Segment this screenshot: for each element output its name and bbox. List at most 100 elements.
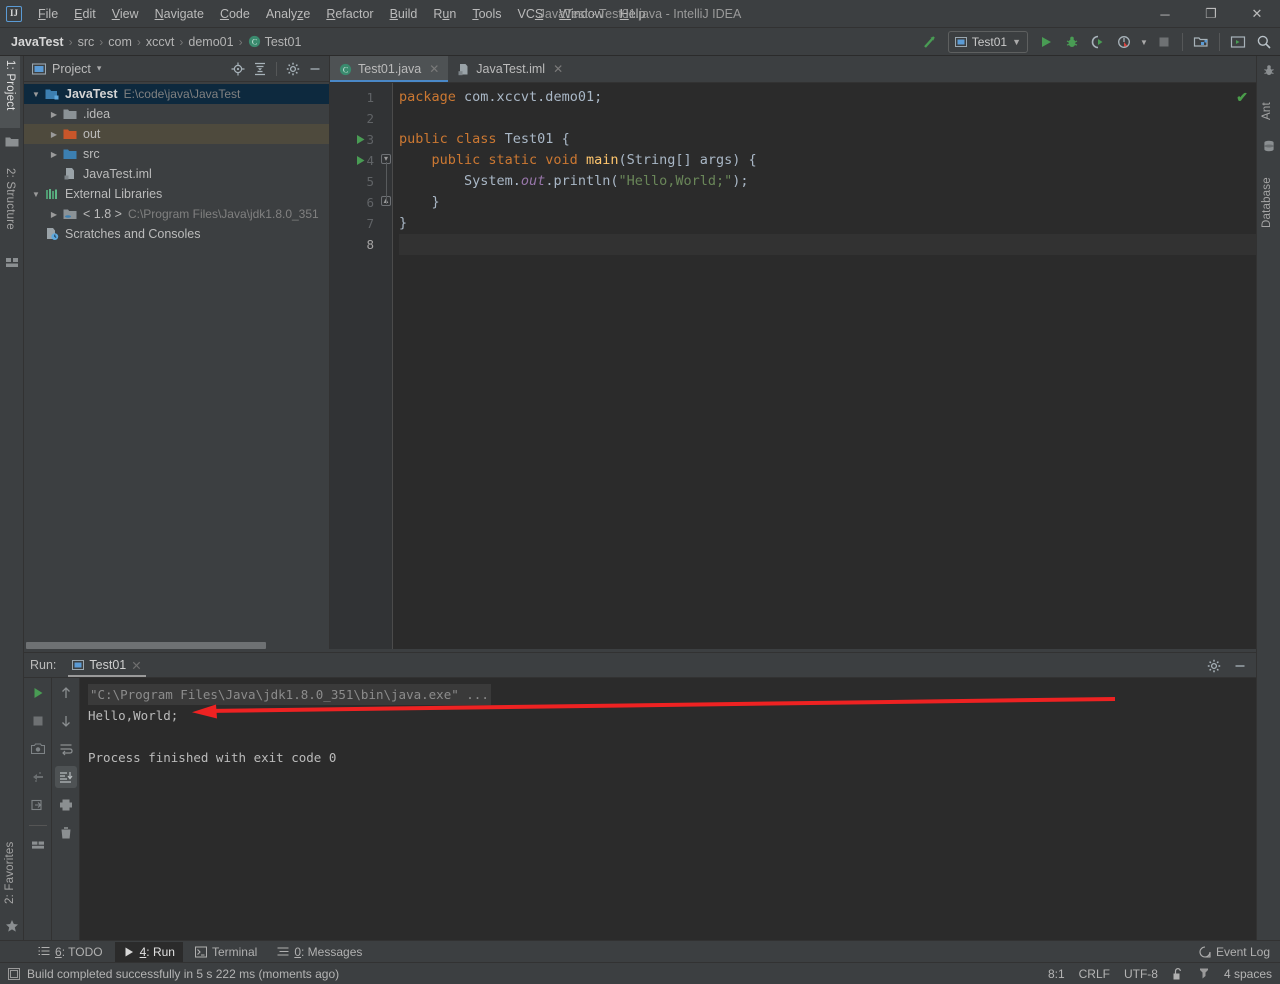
search-everywhere-icon[interactable] [1252, 30, 1276, 54]
breadcrumb-item-com[interactable]: com [105, 33, 135, 51]
menu-item-analyze[interactable]: Analyze [258, 3, 318, 25]
rerun-icon[interactable] [27, 682, 49, 704]
inspections-icon[interactable] [1198, 967, 1210, 981]
breadcrumb-item-demo01[interactable]: demo01 [185, 33, 236, 51]
run-with-coverage-icon[interactable] [1086, 30, 1110, 54]
layout-icon[interactable] [27, 834, 49, 856]
toolwindow-button-4-run[interactable]: 4: Run [114, 941, 183, 962]
event-log-button[interactable]: Event Log [1199, 945, 1270, 959]
gutter-line-7[interactable]: 7 [330, 213, 380, 234]
debug-icon[interactable] [1060, 30, 1084, 54]
restore-layout-icon[interactable] [27, 794, 49, 816]
breadcrumb-item-javatest[interactable]: JavaTest [8, 33, 67, 51]
close-icon[interactable]: ✕ [429, 62, 439, 76]
sidebar-item-favorites[interactable]: 2: Favorites [0, 822, 20, 908]
chevron-right-icon[interactable]: ▶ [46, 206, 62, 222]
update-project-icon[interactable] [1189, 30, 1213, 54]
close-icon[interactable]: ✕ [131, 658, 141, 673]
menu-item-window[interactable]: Window [551, 3, 611, 25]
menu-item-help[interactable]: Help [612, 3, 654, 25]
inspection-status-icon[interactable]: ✔ [1236, 89, 1248, 106]
tree-node-scratches-and-consoles[interactable]: Scratches and Consoles [24, 224, 329, 244]
run-gutter-icon[interactable] [354, 155, 366, 167]
soft-wrap-icon[interactable] [55, 738, 77, 760]
collapse-all-icon[interactable] [250, 59, 270, 79]
breadcrumb-item-xccvt[interactable]: xccvt [143, 33, 177, 51]
sidebar-item-ant[interactable]: Ant [1257, 84, 1277, 124]
gear-icon[interactable] [283, 59, 303, 79]
settings-icon[interactable] [1226, 30, 1250, 54]
chevron-down-icon[interactable]: ▼ [28, 86, 44, 102]
console-output[interactable]: "C:\Program Files\Java\jdk1.8.0_351\bin\… [80, 678, 1256, 940]
toolwindow-button-0-messages[interactable]: 0: Messages [269, 942, 370, 962]
down-arrow-icon[interactable] [55, 710, 77, 732]
close-icon[interactable]: ✕ [553, 62, 563, 76]
gutter-line-4[interactable]: 4 [330, 150, 380, 171]
hide-icon[interactable] [1230, 656, 1250, 676]
tree-node-idea[interactable]: ▶ .idea [24, 104, 329, 124]
line-separator[interactable]: CRLF [1079, 967, 1110, 981]
profiler-icon[interactable] [1112, 30, 1136, 54]
tree-node-1-8[interactable]: ▶ < 1.8 > C:\Program Files\Java\jdk1.8.0_3… [24, 204, 329, 224]
menu-item-refactor[interactable]: Refactor [318, 3, 381, 25]
sidebar-item-database[interactable]: Database [1257, 158, 1277, 232]
scrollbar-thumb[interactable] [26, 642, 266, 649]
gutter-line-2[interactable]: 2 [330, 108, 380, 129]
minimize-button[interactable]: ─ [1142, 0, 1188, 28]
clear-all-icon[interactable] [55, 822, 77, 844]
menu-item-build[interactable]: Build [382, 3, 426, 25]
editor-tab-javatest-iml[interactable]: JavaTest.iml ✕ [448, 56, 572, 82]
dump-threads-icon[interactable] [27, 766, 49, 788]
sidebar-item-structure[interactable]: 2: Structure [0, 164, 20, 248]
menu-item-code[interactable]: Code [212, 3, 258, 25]
menu-item-file[interactable]: File [30, 3, 66, 25]
up-arrow-icon[interactable] [55, 682, 77, 704]
menu-item-navigate[interactable]: Navigate [147, 3, 212, 25]
chevron-right-icon[interactable]: ▶ [46, 126, 62, 142]
unlocked-icon[interactable] [1172, 967, 1184, 981]
gutter-line-6[interactable]: 6 [330, 192, 380, 213]
gutter-line-5[interactable]: 5 [330, 171, 380, 192]
run-icon[interactable] [1034, 30, 1058, 54]
run-gutter-icon[interactable] [354, 134, 366, 146]
chevron-down-icon[interactable]: ▼ [28, 186, 44, 202]
code-editor[interactable]: 1 2 3 4 5 6 7 8 ▾ ▲ package com.xccvt.demo01; p… [330, 83, 1256, 649]
run-tab-test01[interactable]: Test01 ✕ [66, 653, 147, 677]
breadcrumb-item-test01[interactable]: C Test01 [245, 33, 305, 51]
code-text[interactable]: package com.xccvt.demo01; public class T… [392, 83, 1256, 649]
project-panel-title[interactable]: Project ▾ [28, 62, 101, 76]
tree-node-out[interactable]: ▶ out [24, 124, 329, 144]
print-icon[interactable] [55, 794, 77, 816]
tree-node-javatest[interactable]: ▼ JavaTest E:\code\java\JavaTest [24, 84, 329, 104]
caret-position[interactable]: 8:1 [1048, 967, 1065, 981]
toolwindow-button-6-todo[interactable]: 6: TODO [30, 942, 111, 962]
menu-item-run[interactable]: Run [425, 3, 464, 25]
project-tree[interactable]: ▼ JavaTest E:\code\java\JavaTest ▶ .idea ▶ out… [24, 82, 329, 639]
menu-item-tools[interactable]: Tools [464, 3, 509, 25]
breadcrumb-item-src[interactable]: src [75, 33, 98, 51]
gear-icon[interactable] [1204, 656, 1224, 676]
line-number-gutter[interactable]: 1 2 3 4 5 6 7 8 [330, 83, 380, 649]
fold-gutter[interactable]: ▾ ▲ [380, 83, 392, 649]
profiler-dropdown-icon[interactable]: ▼ [1138, 30, 1150, 54]
tree-node-javatest-iml[interactable]: JavaTest.iml [24, 164, 329, 184]
chevron-right-icon[interactable]: ▶ [46, 106, 62, 122]
close-button[interactable]: ✕ [1234, 0, 1280, 28]
locate-icon[interactable] [228, 59, 248, 79]
scroll-to-end-icon[interactable] [54, 766, 77, 788]
project-horizontal-scrollbar[interactable] [24, 639, 329, 649]
maximize-button[interactable]: ❐ [1188, 0, 1234, 28]
gutter-line-8[interactable]: 8 [330, 234, 380, 255]
gutter-line-3[interactable]: 3 [330, 129, 380, 150]
menu-item-edit[interactable]: Edit [66, 3, 104, 25]
chevron-right-icon[interactable]: ▶ [46, 146, 62, 162]
editor-tab-test01-java[interactable]: C Test01.java ✕ [330, 56, 449, 82]
sidebar-item-project[interactable]: 1: Project [0, 56, 20, 128]
indent-setting[interactable]: 4 spaces [1224, 967, 1272, 981]
build-icon[interactable] [918, 30, 942, 54]
tree-node-external-libraries[interactable]: ▼ External Libraries [24, 184, 329, 204]
menu-item-vcs[interactable]: VCS [510, 3, 552, 25]
toolwindow-button-terminal[interactable]: Terminal [187, 942, 265, 962]
file-encoding[interactable]: UTF-8 [1124, 967, 1158, 981]
gutter-line-1[interactable]: 1 [330, 87, 380, 108]
